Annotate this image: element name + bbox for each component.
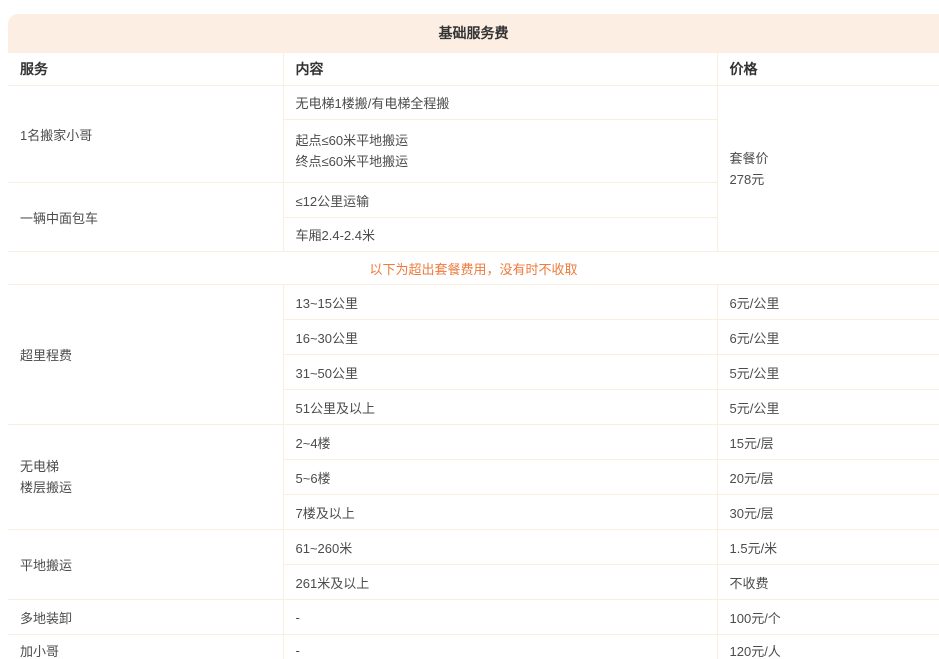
table-header-row: 服务 内容 价格 bbox=[8, 53, 939, 86]
service-cell-multi-load: 多地装卸 bbox=[8, 600, 283, 635]
content-cell: - bbox=[283, 635, 717, 659]
content-cell: - bbox=[283, 600, 717, 635]
table-row: 平地搬运 61~260米 1.5元/米 bbox=[8, 530, 939, 565]
service-cell-mover: 1名搬家小哥 bbox=[8, 86, 283, 183]
table-title: 基础服务费 bbox=[8, 14, 939, 52]
price-cell: 5元/公里 bbox=[717, 355, 939, 390]
price-cell: 6元/公里 bbox=[717, 320, 939, 355]
column-header-service: 服务 bbox=[8, 53, 283, 86]
content-cell: ≤12公里运输 bbox=[283, 183, 717, 218]
content-cell: 16~30公里 bbox=[283, 320, 717, 355]
content-cell: 5~6楼 bbox=[283, 460, 717, 495]
price-cell: 6元/公里 bbox=[717, 285, 939, 320]
price-cell: 15元/层 bbox=[717, 425, 939, 460]
notice-row: 以下为超出套餐费用，没有时不收取 bbox=[8, 252, 939, 285]
service-cell-floors: 无电梯 楼层搬运 bbox=[8, 425, 283, 530]
table-row: 超里程费 13~15公里 6元/公里 bbox=[8, 285, 939, 320]
content-cell: 51公里及以上 bbox=[283, 390, 717, 425]
table-row: 加小哥 - 120元/人 bbox=[8, 635, 939, 659]
service-cell-ground: 平地搬运 bbox=[8, 530, 283, 600]
price-cell: 20元/层 bbox=[717, 460, 939, 495]
pricing-table: 服务 内容 价格 1名搬家小哥 无电梯1楼搬/有电梯全程搬 套餐价 278元 起… bbox=[8, 52, 939, 659]
content-cell: 起点≤60米平地搬运 终点≤60米平地搬运 bbox=[283, 120, 717, 183]
content-cell: 车厢2.4-2.4米 bbox=[283, 218, 717, 252]
price-cell: 120元/人 bbox=[717, 635, 939, 659]
price-cell: 30元/层 bbox=[717, 495, 939, 530]
content-cell: 无电梯1楼搬/有电梯全程搬 bbox=[283, 86, 717, 120]
price-cell-package: 套餐价 278元 bbox=[717, 86, 939, 252]
price-cell: 1.5元/米 bbox=[717, 530, 939, 565]
price-cell: 100元/个 bbox=[717, 600, 939, 635]
table-row: 多地装卸 - 100元/个 bbox=[8, 600, 939, 635]
service-cell-mileage: 超里程费 bbox=[8, 285, 283, 425]
content-cell: 61~260米 bbox=[283, 530, 717, 565]
content-cell: 2~4楼 bbox=[283, 425, 717, 460]
content-cell: 261米及以上 bbox=[283, 565, 717, 600]
content-cell: 13~15公里 bbox=[283, 285, 717, 320]
content-cell: 7楼及以上 bbox=[283, 495, 717, 530]
table-row: 无电梯 楼层搬运 2~4楼 15元/层 bbox=[8, 425, 939, 460]
service-cell-extra-helper: 加小哥 bbox=[8, 635, 283, 659]
column-header-price: 价格 bbox=[717, 53, 939, 86]
price-cell: 不收费 bbox=[717, 565, 939, 600]
table-row: 1名搬家小哥 无电梯1楼搬/有电梯全程搬 套餐价 278元 bbox=[8, 86, 939, 120]
extra-fee-notice: 以下为超出套餐费用，没有时不收取 bbox=[8, 252, 939, 285]
content-cell: 31~50公里 bbox=[283, 355, 717, 390]
price-cell: 5元/公里 bbox=[717, 390, 939, 425]
pricing-table-card: 基础服务费 服务 内容 价格 1名搬家小哥 无电梯1楼搬/有电梯全程搬 套餐价 … bbox=[8, 14, 939, 659]
service-cell-van: 一辆中面包车 bbox=[8, 183, 283, 252]
column-header-content: 内容 bbox=[283, 53, 717, 86]
